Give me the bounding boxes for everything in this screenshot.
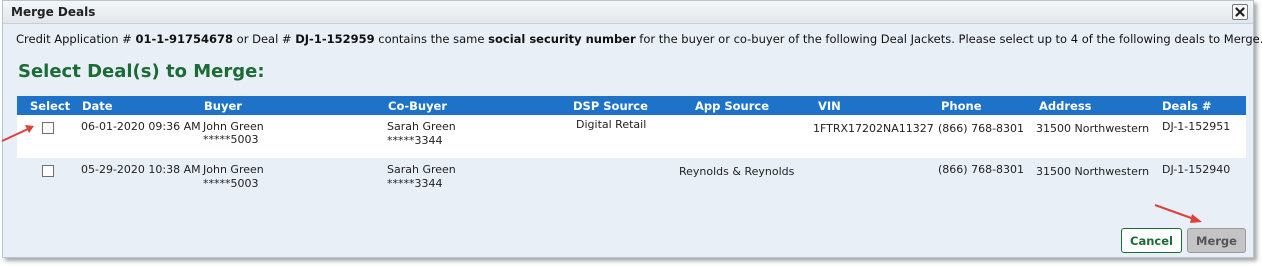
merge-deals-dialog: Merge Deals Credit Application # 01-1-91… — [2, 0, 1262, 258]
header-vin: VIN — [818, 99, 841, 113]
dialog-titlebar: Merge Deals — [3, 1, 1253, 24]
select-checkbox[interactable] — [42, 122, 54, 134]
dsp-source: Digital Retail — [576, 118, 647, 131]
buyer-name: John Green — [203, 163, 264, 176]
header-app-source: App Source — [695, 99, 770, 113]
select-checkbox[interactable] — [42, 165, 54, 177]
credit-application-number: 01-1-91754678 — [135, 32, 234, 46]
address: 31500 Northwestern — [1036, 122, 1150, 135]
buyer-ssn: *****5003 — [203, 133, 259, 146]
header-buyer: Buyer — [204, 99, 242, 113]
info-text-4: for the buyer or co-buyer of the followi… — [635, 32, 1262, 46]
phone: (866) 768-8301 — [938, 163, 1025, 176]
page-title: Select Deal(s) to Merge: — [18, 61, 265, 82]
deal-number: DJ-1-152940 — [1162, 163, 1231, 176]
deals-table: Select Date Buyer Co-Buyer DSP Source Ap… — [17, 96, 1246, 201]
table-header: Select Date Buyer Co-Buyer DSP Source Ap… — [17, 96, 1246, 115]
cancel-button[interactable]: Cancel — [1121, 228, 1182, 253]
table-row: 05-29-2020 10:38 AM John Green *****5003… — [17, 158, 1246, 201]
deal-date: 06-01-2020 09:36 AM — [81, 120, 201, 133]
header-dsp-source: DSP Source — [573, 99, 648, 113]
deal-number: DJ-1-152951 — [1162, 120, 1231, 133]
header-address: Address — [1039, 99, 1092, 113]
cobuyer-name: Sarah Green — [387, 120, 456, 133]
header-select: Select — [30, 99, 71, 113]
dialog-title: Merge Deals — [11, 5, 96, 19]
cobuyer-ssn: *****3344 — [387, 177, 443, 190]
vin: 1FTRX17202NA11327 — [813, 122, 934, 135]
phone: (866) 768-8301 — [938, 122, 1025, 135]
header-cobuyer: Co-Buyer — [388, 99, 448, 113]
buyer-name: John Green — [203, 120, 264, 133]
cobuyer-name: Sarah Green — [387, 163, 456, 176]
info-text-2: or Deal # — [233, 32, 296, 46]
merge-button[interactable]: Merge — [1187, 228, 1246, 253]
app-source: Reynolds & Reynolds — [679, 165, 795, 178]
cobuyer-ssn: *****3344 — [387, 134, 443, 147]
deal-date: 05-29-2020 10:38 AM — [81, 163, 201, 176]
header-phone: Phone — [941, 99, 982, 113]
header-date: Date — [82, 99, 113, 113]
info-text-1: Credit Application # — [16, 32, 136, 46]
buyer-ssn: *****5003 — [203, 177, 259, 190]
ssn-phrase: social security number — [488, 32, 636, 46]
table-row: 06-01-2020 09:36 AM John Green *****5003… — [17, 115, 1246, 158]
deal-number: DJ-1-152959 — [295, 32, 375, 46]
info-message: Credit Application # 01-1-91754678 or De… — [16, 32, 1262, 46]
info-text-3: contains the same — [374, 32, 489, 46]
close-icon — [1235, 7, 1245, 17]
address: 31500 Northwestern — [1036, 165, 1150, 178]
header-deals: Deals # — [1162, 99, 1212, 113]
close-button[interactable] — [1232, 4, 1248, 20]
